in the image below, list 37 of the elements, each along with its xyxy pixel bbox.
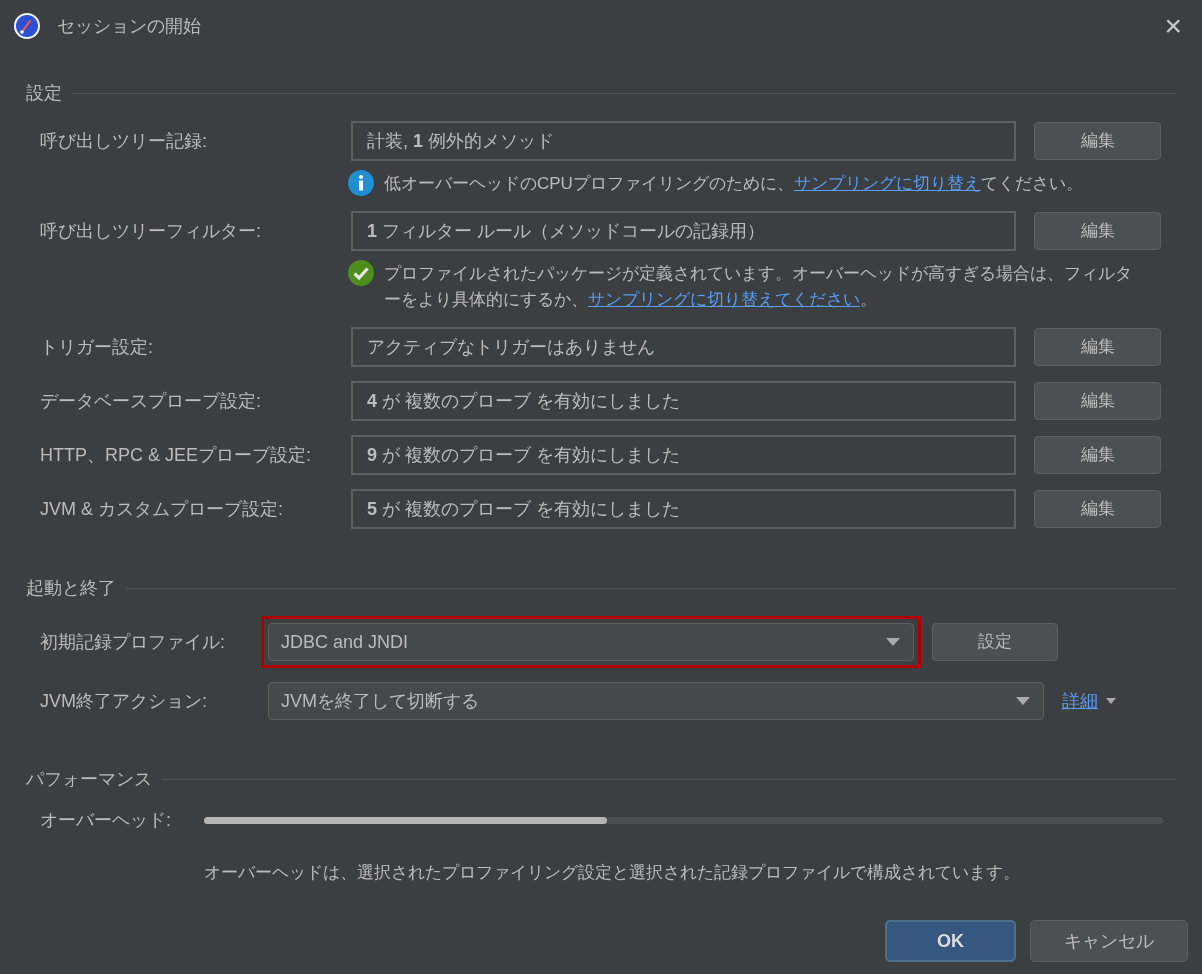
section-heading: パフォーマンス bbox=[26, 768, 152, 791]
checkmark-icon bbox=[348, 260, 374, 286]
info-icon bbox=[348, 170, 374, 196]
close-button[interactable]: × bbox=[1164, 11, 1182, 41]
field-label: トリガー設定: bbox=[40, 335, 154, 359]
edit-button[interactable]: 編集 bbox=[1034, 436, 1161, 474]
field-label: HTTP、RPC & JEEプローブ設定: bbox=[40, 443, 313, 467]
dropdown[interactable]: JDBC and JNDI bbox=[268, 623, 914, 661]
hint-text: 低オーバーヘッドのCPUプロファイリングのために、サンプリングに切り替えてください。 bbox=[384, 173, 1084, 195]
edit-button[interactable]: 編集 bbox=[1034, 122, 1161, 160]
field-label: オーバーヘッド: bbox=[40, 809, 172, 832]
section-heading: 起動と終了 bbox=[26, 577, 116, 600]
edit-button[interactable]: 編集 bbox=[1034, 490, 1161, 528]
overhead-note: オーバーヘッドは、選択されたプロファイリング設定と選択された記録プロファイルで構成されています。 bbox=[204, 862, 1021, 884]
edit-button[interactable]: 編集 bbox=[1034, 328, 1161, 366]
dropdown-arrow-icon bbox=[885, 637, 901, 647]
field-label: データベースプローブ設定: bbox=[40, 389, 262, 413]
caret-icon bbox=[1106, 698, 1116, 704]
field-label: JVM & カスタムプローブ設定: bbox=[40, 497, 284, 521]
field-label: JVM終了アクション: bbox=[40, 689, 208, 713]
window-title: セッションの開始 bbox=[57, 14, 201, 38]
switch-to-sampling-link[interactable]: サンプリングに切り替え bbox=[793, 174, 981, 193]
section-heading: 設定 bbox=[26, 82, 62, 105]
settings-button[interactable]: 設定 bbox=[932, 623, 1058, 661]
field-label: 呼び出しツリーフィルター: bbox=[40, 219, 262, 243]
field-label: 呼び出しツリー記録: bbox=[40, 129, 208, 153]
switch-to-sampling-link[interactable]: サンプリングに切り替えてください bbox=[588, 290, 860, 309]
hint-text: プロファイルされたパッケージが定義されています。オーバーヘッドが高すぎる場合は、フィルターをより具体的にするか、サンプリングに切り替えてください。 bbox=[384, 263, 1133, 311]
dropdown-arrow-icon bbox=[1015, 696, 1031, 706]
details-link[interactable]: 詳細 bbox=[1062, 687, 1098, 715]
field-label: 初期記録プロファイル: bbox=[40, 630, 226, 654]
cancel-button[interactable]: キャンセル bbox=[1030, 920, 1188, 962]
ok-button[interactable]: OK bbox=[885, 920, 1016, 962]
edit-button[interactable]: 編集 bbox=[1034, 212, 1161, 250]
dropdown[interactable]: JVMを終了して切断する bbox=[268, 682, 1044, 720]
edit-button[interactable]: 編集 bbox=[1034, 382, 1161, 420]
app-logo-icon bbox=[13, 12, 41, 40]
